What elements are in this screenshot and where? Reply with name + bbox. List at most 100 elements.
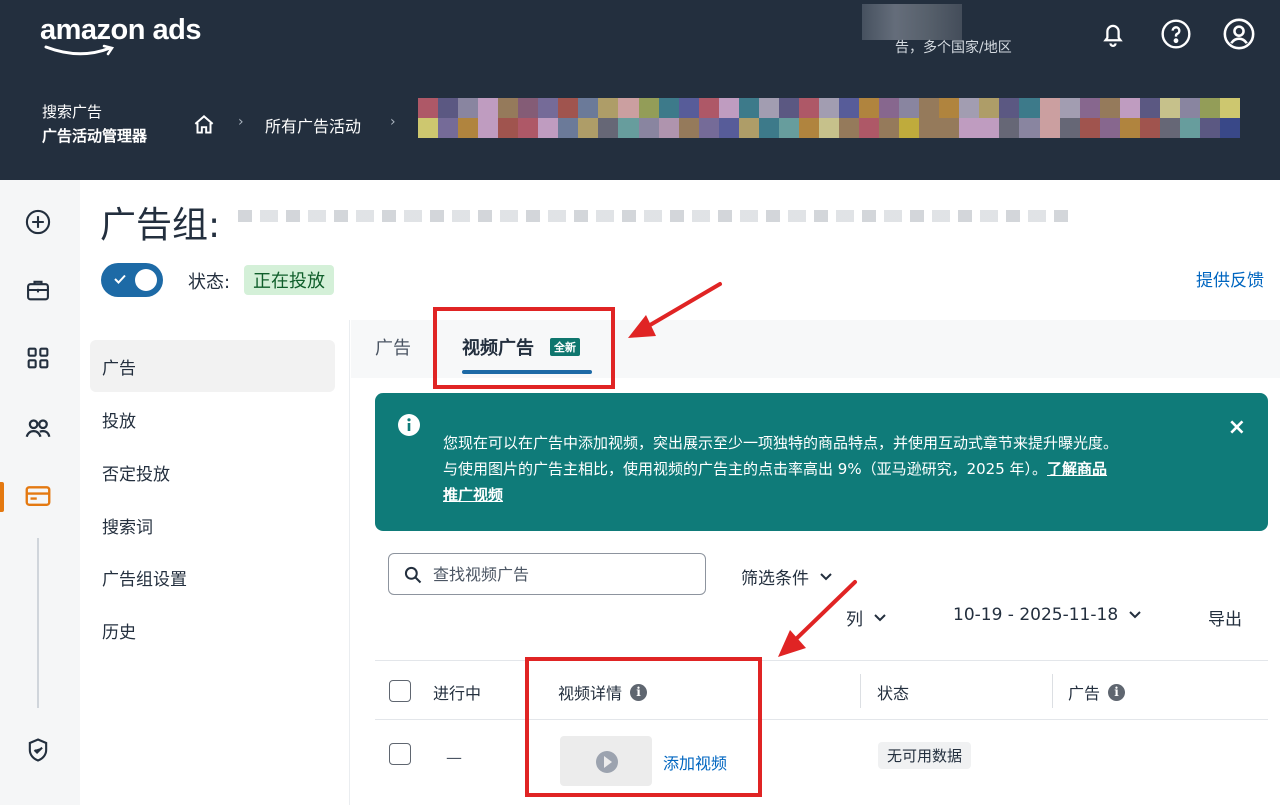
shield-icon[interactable] [20,732,56,768]
banner-line-1: 您现在可以在广告中添加视频，突出展示至少一项独特的商品特点，并使用互动式章节来提… [443,434,1119,452]
subnav-item-ads[interactable]: 广告 [90,340,335,392]
redaction-pixel [658,118,679,138]
row-checkbox[interactable] [389,743,411,765]
column-header-active[interactable]: 进行中 [433,680,481,704]
redaction-pixel [1039,98,1060,118]
redaction-pixel [959,118,980,138]
search-box[interactable] [388,553,706,595]
ad-group-status-toggle[interactable] [101,263,163,297]
redaction-pixel [839,98,860,118]
redaction-pixel [478,118,499,138]
search-input[interactable] [433,560,693,588]
tab-ads[interactable]: 广告 [375,334,411,360]
close-icon[interactable]: × [1228,415,1246,440]
status-no-data: 无可用数据 [878,742,972,769]
redaction-pixel [538,118,559,138]
top-header: amazon ads 告，多个国家/地区 搜索广告 广告活动管理器 › 所有广告… [0,0,1280,180]
redaction-pixel [498,118,519,138]
redaction-pixel [718,98,739,118]
redaction-pixel [1119,118,1140,138]
redaction-pixel [758,98,779,118]
redaction-pixel [959,98,980,118]
subnav-item-ad-group-settings[interactable]: 广告组设置 [90,551,335,603]
redaction-pixel [1219,118,1240,138]
date-range-picker[interactable]: 10-19 - 2025-11-18 [953,605,1142,625]
redaction-pixel [638,118,659,138]
subnav-item-history[interactable]: 历史 [90,604,335,656]
amazon-ads-logo[interactable]: amazon ads [40,14,202,47]
feedback-link[interactable]: 提供反馈 [1196,266,1264,291]
column-header-label: 状态 [877,684,910,703]
redaction-pixel [979,98,1000,118]
callout-highlight-video-details [525,657,762,797]
redaction-pixel [798,118,819,138]
redaction-pixel [438,118,459,138]
redaction-pixel [678,98,699,118]
redaction-pixel [578,118,599,138]
learn-more-link[interactable]: 了解商品 [1047,460,1107,478]
redaction-pixel [919,118,940,138]
select-all-checkbox[interactable] [389,680,411,702]
bell-icon[interactable] [1095,16,1131,52]
redaction-pixel [418,98,439,118]
subnav-item-negative-targeting[interactable]: 否定投放 [90,446,335,498]
redaction-pixel [1099,98,1120,118]
rail-divider [37,538,39,708]
learn-more-link-continued[interactable]: 推广视频 [443,486,503,504]
redaction-pixel [1079,118,1100,138]
export-button[interactable]: 导出 [1208,605,1242,630]
info-icon[interactable]: i [1108,683,1126,701]
breadcrumb-separator: › [238,114,244,130]
chevron-down-icon [820,572,832,580]
callout-highlight-tab [433,307,615,389]
redaction-pixel [899,98,920,118]
filter-dropdown[interactable]: 筛选条件 [741,564,833,589]
redaction-pixel [1159,118,1180,138]
column-header-ads[interactable]: 广告 i [1068,680,1126,704]
status-badge: 正在投放 [244,265,334,295]
redaction-pixel [919,98,940,118]
redaction-pixel [859,98,880,118]
app-section: 搜索广告 广告活动管理器 [42,100,147,148]
redaction-pixel [1179,118,1200,138]
briefcase-icon[interactable] [20,272,56,308]
subnav-item-targeting[interactable]: 投放 [90,393,335,445]
redaction-pixel [518,98,539,118]
redaction-pixel [618,118,639,138]
left-rail [0,180,80,805]
redaction-pixel [1019,118,1040,138]
redaction-pixel [1079,98,1100,118]
account-icon[interactable] [1221,16,1257,52]
help-icon[interactable] [1158,16,1194,52]
plus-circle-icon[interactable] [20,204,56,240]
people-icon[interactable] [20,410,56,446]
home-icon[interactable] [190,112,218,138]
redaction-pixel [598,98,619,118]
columns-label: 列 [846,610,863,630]
columns-dropdown[interactable]: 列 [846,605,887,630]
redaction-pixel [618,98,639,118]
redaction-pixel [999,118,1020,138]
redaction-pixel [1059,98,1080,118]
account-region-label[interactable]: 告，多个国家/地区 [895,37,1012,57]
apps-grid-icon[interactable] [20,340,56,376]
ad-group-subnav: 广告 投放 否定投放 搜索词 广告组设置 历史 [88,320,350,805]
redaction-pixel [1059,118,1080,138]
redaction-pixel [879,98,900,118]
table-row [375,720,1268,800]
redaction-pixel [558,98,579,118]
info-banner: 您现在可以在广告中添加视频，突出展示至少一项独特的商品特点，并使用互动式章节来提… [375,393,1268,531]
redaction-pixel [1099,118,1120,138]
banner-message: 您现在可以在广告中添加视频，突出展示至少一项独特的商品特点，并使用互动式章节来提… [443,430,1223,508]
redaction-pixel [558,118,579,138]
breadcrumb-all-campaigns[interactable]: 所有广告活动 [265,113,361,137]
column-header-status[interactable]: 状态 [877,680,909,704]
campaigns-card-icon[interactable] [20,478,56,514]
subnav-item-search-terms[interactable]: 搜索词 [90,499,335,551]
redaction-pixel [1119,98,1140,118]
redaction-pixel [758,118,779,138]
redacted-breadcrumb [418,98,1240,138]
redaction-pixel [678,118,699,138]
app-name: 广告活动管理器 [42,127,148,145]
redaction-pixel [939,118,960,138]
